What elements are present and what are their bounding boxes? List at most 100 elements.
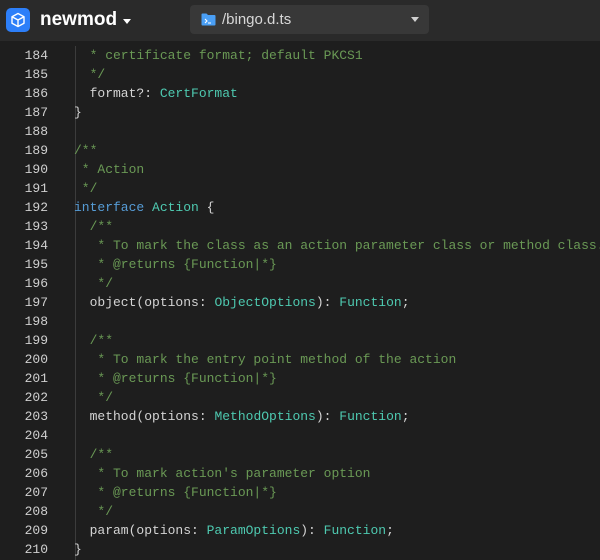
code-line[interactable]: 210} — [0, 540, 600, 559]
code-text: } — [74, 540, 82, 559]
code-token: } — [74, 105, 82, 120]
line-number: 199 — [24, 333, 48, 348]
code-line[interactable]: 204 — [0, 426, 600, 445]
code-line[interactable]: 197 object(options: ObjectOptions): Func… — [0, 293, 600, 312]
code-token: */ — [74, 276, 114, 291]
code-token: Action — [152, 200, 199, 215]
code-line[interactable]: 208 */ — [0, 502, 600, 521]
line-number: 191 — [24, 181, 48, 196]
code-token: Function — [323, 523, 387, 538]
code-token: /** — [74, 219, 114, 234]
chevron-down-icon — [123, 19, 132, 24]
code-line[interactable]: 203 method(options: MethodOptions): Func… — [0, 407, 600, 426]
line-number: 204 — [24, 428, 48, 443]
project-selector[interactable]: newmod — [40, 8, 132, 32]
line-number: 193 — [24, 219, 48, 234]
code-line[interactable]: 188 — [0, 122, 600, 141]
code-token: Function — [339, 409, 402, 424]
code-token: { — [198, 200, 215, 215]
code-token: /** — [74, 333, 114, 348]
code-text: method(options: MethodOptions): Function… — [74, 407, 410, 426]
code-line[interactable]: 198 — [0, 312, 600, 331]
code-line[interactable]: 202 */ — [0, 388, 600, 407]
code-line[interactable]: 189 /** — [0, 141, 600, 160]
code-token: ): — [315, 295, 340, 310]
code-text: */ — [74, 274, 113, 293]
line-number: 189 — [24, 143, 48, 158]
line-number: 200 — [24, 352, 48, 367]
code-line[interactable]: 206 * To mark action's parameter option — [0, 464, 600, 483]
line-number: 202 — [24, 390, 48, 405]
code-text: */ — [74, 502, 113, 521]
code-line[interactable]: 196 */ — [0, 274, 600, 293]
code-text: /** — [74, 445, 113, 464]
code-text: * certificate format; default PKCS1 — [74, 46, 363, 65]
code-line[interactable]: 192 interface Action { — [0, 198, 600, 217]
line-number: 192 — [24, 200, 48, 215]
line-number: 209 — [24, 523, 48, 538]
code-line[interactable]: 207 * @returns {Function|*} — [0, 483, 600, 502]
code-token: } — [74, 542, 82, 557]
code-token: ObjectOptions — [214, 295, 316, 310]
code-token: * @returns {Function|*} — [74, 485, 277, 500]
code-line[interactable]: 194 * To mark the class as an action par… — [0, 236, 600, 255]
folder-icon — [201, 13, 216, 26]
line-number: 190 — [24, 162, 48, 177]
code-token: * To mark action's parameter option — [74, 466, 371, 481]
code-token: */ — [74, 181, 98, 196]
line-number: 187 — [24, 105, 48, 120]
cube-icon[interactable] — [6, 8, 30, 32]
code-token: method(options: — [74, 409, 215, 424]
code-line[interactable]: 193 /** — [0, 217, 600, 236]
code-token: ; — [401, 295, 410, 310]
line-number: 208 — [24, 504, 48, 519]
code-text: * @returns {Function|*} — [74, 483, 277, 502]
line-number: 185 — [24, 67, 48, 82]
code-line[interactable]: 191 */ — [0, 179, 600, 198]
code-token: param(options: — [74, 523, 207, 538]
file-selector[interactable]: /bingo.d.ts — [190, 5, 429, 34]
line-number: 206 — [24, 466, 48, 481]
code-token: * certificate format; default PKCS1 — [74, 48, 363, 63]
code-line[interactable]: 200 * To mark the entry point method of … — [0, 350, 600, 369]
code-line[interactable]: 205 /** — [0, 445, 600, 464]
code-token: Function — [339, 295, 402, 310]
chevron-down-icon — [411, 17, 419, 22]
line-number: 195 — [24, 257, 48, 272]
code-text: object(options: ObjectOptions): Function… — [74, 293, 410, 312]
line-number: 184 — [24, 48, 48, 63]
line-number: 203 — [24, 409, 48, 424]
code-text: */ — [74, 388, 113, 407]
code-line[interactable]: 185 */ — [0, 65, 600, 84]
code-token: * Action — [74, 162, 145, 177]
line-number: 197 — [24, 295, 48, 310]
code-token: ; — [386, 523, 394, 538]
code-line[interactable]: 186 format?: CertFormat — [0, 84, 600, 103]
code-token: */ — [74, 504, 114, 519]
code-line[interactable]: 199 /** — [0, 331, 600, 350]
code-text: interface Action { — [74, 198, 214, 217]
code-line[interactable]: 209 param(options: ParamOptions): Functi… — [0, 521, 600, 540]
code-line[interactable]: 187} — [0, 103, 600, 122]
code-editor[interactable]: 184 * certificate format; default PKCS1 1… — [0, 46, 600, 560]
code-text: * @returns {Function|*} — [74, 255, 276, 274]
code-token: MethodOptions — [214, 409, 316, 424]
line-number: 205 — [24, 447, 48, 462]
code-token: ): — [300, 523, 324, 538]
code-token: */ — [74, 390, 114, 405]
code-text: param(options: ParamOptions): Function; — [74, 521, 394, 540]
code-line[interactable]: 201 * @returns {Function|*} — [0, 369, 600, 388]
code-token: * To mark the class as an action paramet… — [74, 238, 600, 253]
line-number: 198 — [24, 314, 48, 329]
line-number: 188 — [24, 124, 48, 139]
code-text: /** — [74, 141, 97, 160]
code-token: ParamOptions — [206, 523, 301, 538]
code-line[interactable]: 195 * @returns {Function|*} — [0, 255, 600, 274]
line-number: 210 — [24, 542, 48, 557]
line-number: 186 — [24, 86, 48, 101]
code-text: * To mark the entry point method of the … — [74, 350, 456, 369]
code-line[interactable]: 184 * certificate format; default PKCS1 — [0, 46, 600, 65]
code-line[interactable]: 190 * Action — [0, 160, 600, 179]
file-path: /bingo.d.ts — [222, 11, 292, 28]
code-token: interface — [74, 200, 153, 215]
